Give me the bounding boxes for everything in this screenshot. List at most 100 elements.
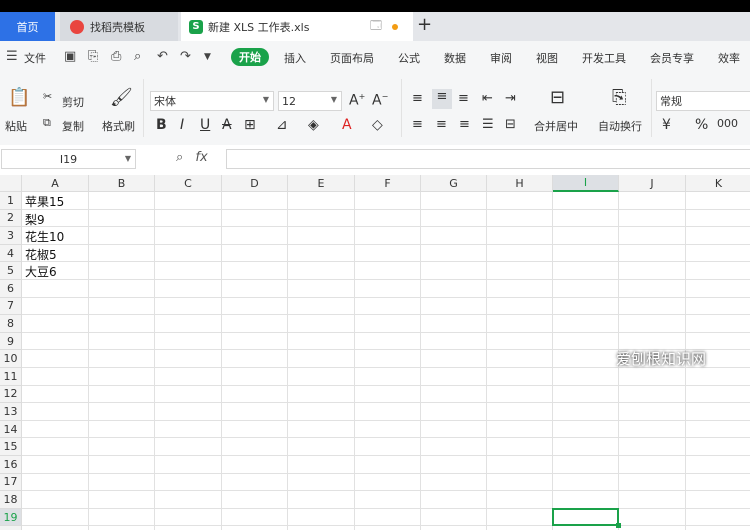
menu-member[interactable]: 会员专享 [650, 50, 694, 66]
auto-wrap-icon[interactable]: ⎘ [612, 87, 626, 108]
underline-icon[interactable]: U [200, 117, 210, 133]
cell-a4[interactable]: 花椒5 [25, 246, 57, 263]
row-header-19[interactable]: 19 [0, 508, 22, 527]
row-header-20[interactable]: 20 [0, 526, 22, 530]
tab-home[interactable]: 首页 [0, 12, 55, 41]
row-header-13[interactable]: 13 [0, 403, 22, 421]
distributed-icon[interactable]: ⊟ [505, 117, 516, 132]
align-middle-icon[interactable]: ≡ [432, 89, 452, 109]
menu-start[interactable]: 开始 [231, 48, 269, 66]
row-header-7[interactable]: 7 [0, 297, 22, 316]
menu-data[interactable]: 数据 [444, 50, 466, 66]
fx-icon[interactable]: fx [195, 150, 207, 165]
window-mode-icon[interactable]: 🗔 [370, 12, 382, 41]
row-header-18[interactable]: 18 [0, 491, 22, 509]
print-preview-icon[interactable]: ⌕ [134, 49, 141, 64]
align-right-icon[interactable]: ≡ [459, 117, 470, 132]
align-left-icon[interactable]: ≡ [412, 117, 423, 132]
menu-view[interactable]: 视图 [536, 50, 558, 66]
column-header-e[interactable]: E [288, 175, 355, 192]
menu-developer[interactable]: 开发工具 [582, 50, 626, 66]
paste-icon[interactable]: 📋 [8, 87, 30, 108]
column-header-i[interactable]: I [553, 175, 619, 192]
save-icon[interactable]: ▣ [64, 49, 76, 64]
column-header-a[interactable]: A [22, 175, 89, 192]
thousands-separator-icon[interactable]: 000 [717, 117, 738, 130]
cut-icon[interactable]: ✂ [43, 90, 52, 103]
column-header-c[interactable]: C [155, 175, 222, 192]
fill-color-icon[interactable]: ◈ [308, 117, 319, 133]
bold-icon[interactable]: B [156, 117, 167, 133]
row-header-12[interactable]: 12 [0, 385, 22, 404]
percent-button[interactable]: % [695, 117, 708, 133]
merge-center-icon[interactable]: ⊟ [550, 87, 565, 108]
format-painter-button[interactable]: 格式刷 [102, 118, 135, 134]
align-top-icon[interactable]: ≡ [412, 91, 423, 106]
row-header-9[interactable]: 9 [0, 332, 22, 351]
row-header-16[interactable]: 16 [0, 456, 22, 474]
cell-a3[interactable]: 花生10 [25, 228, 64, 245]
increase-font-icon[interactable]: A+ [349, 92, 365, 109]
column-header-k[interactable]: K [686, 175, 750, 192]
export-pdf-icon[interactable]: ⎘ [88, 49, 98, 64]
name-box[interactable]: I19 ▼ [1, 149, 136, 169]
cell-a5[interactable]: 大豆6 [25, 263, 57, 280]
quick-access-dropdown-icon[interactable]: ▼ [204, 52, 211, 62]
redo-icon[interactable]: ↷ [180, 49, 191, 64]
column-header-f[interactable]: F [355, 175, 421, 192]
fill-handle[interactable] [616, 523, 621, 529]
row-header-3[interactable]: 3 [0, 227, 22, 245]
cell-style-icon[interactable]: ⊿ [276, 117, 288, 133]
menu-file[interactable]: 文件 [24, 50, 46, 66]
indent-decrease-icon[interactable]: ⇤ [482, 91, 493, 106]
print-icon[interactable]: ⎙ [111, 49, 121, 64]
column-header-j[interactable]: J [619, 175, 686, 192]
border-icon[interactable]: ⊞ [244, 117, 256, 133]
row-header-14[interactable]: 14 [0, 420, 22, 439]
new-tab-icon[interactable]: + [417, 14, 432, 35]
align-bottom-icon[interactable]: ≡ [458, 91, 469, 106]
menu-efficiency[interactable]: 效率 [718, 50, 740, 66]
column-header-d[interactable]: D [222, 175, 288, 192]
decrease-font-icon[interactable]: A− [372, 92, 388, 109]
menu-page-layout[interactable]: 页面布局 [330, 50, 374, 66]
copy-button[interactable]: 复制 [62, 118, 84, 134]
row-header-1[interactable]: 1 [0, 192, 22, 210]
row-header-5[interactable]: 5 [0, 262, 22, 280]
column-header-h[interactable]: H [487, 175, 553, 192]
row-header-17[interactable]: 17 [0, 473, 22, 492]
menu-review[interactable]: 审阅 [490, 50, 512, 66]
row-header-10[interactable]: 10 [0, 350, 22, 368]
format-painter-icon[interactable]: 🖌 [110, 87, 133, 108]
select-all-corner[interactable] [0, 175, 22, 192]
cell-a1[interactable]: 苹果15 [25, 193, 64, 210]
copy-icon[interactable]: ⧉ [43, 116, 51, 130]
formula-input[interactable] [226, 149, 750, 169]
currency-button[interactable]: ¥ [662, 117, 671, 133]
italic-icon[interactable]: I [180, 117, 184, 133]
selected-cell[interactable] [552, 507, 619, 527]
clear-format-icon[interactable]: ◇ [372, 117, 383, 133]
auto-wrap-button[interactable]: 自动换行 [598, 118, 642, 134]
hamburger-icon[interactable]: ☰ [6, 49, 18, 64]
undo-icon[interactable]: ↶ [157, 49, 168, 64]
zoom-icon[interactable]: ⌕ [176, 150, 183, 165]
row-header-15[interactable]: 15 [0, 438, 22, 456]
row-header-2[interactable]: 2 [0, 209, 22, 228]
row-header-6[interactable]: 6 [0, 280, 22, 298]
justify-icon[interactable]: ☰ [482, 117, 494, 132]
menu-formula[interactable]: 公式 [398, 50, 420, 66]
row-header-11[interactable]: 11 [0, 368, 22, 386]
strikethrough-icon[interactable]: A [222, 117, 232, 133]
number-format-select[interactable]: 常规 [656, 91, 750, 111]
tab-template[interactable]: 找稻壳模板 [60, 12, 178, 41]
paste-button[interactable]: 粘贴 [5, 118, 27, 134]
font-name-select[interactable]: 宋体 ▼ [150, 91, 274, 111]
menu-insert[interactable]: 插入 [284, 50, 306, 66]
column-header-g[interactable]: G [421, 175, 487, 192]
cell-a2[interactable]: 梨9 [25, 211, 45, 228]
row-header-8[interactable]: 8 [0, 315, 22, 333]
cut-button[interactable]: 剪切 [62, 94, 84, 110]
column-header-b[interactable]: B [89, 175, 155, 192]
row-header-4[interactable]: 4 [0, 244, 22, 263]
